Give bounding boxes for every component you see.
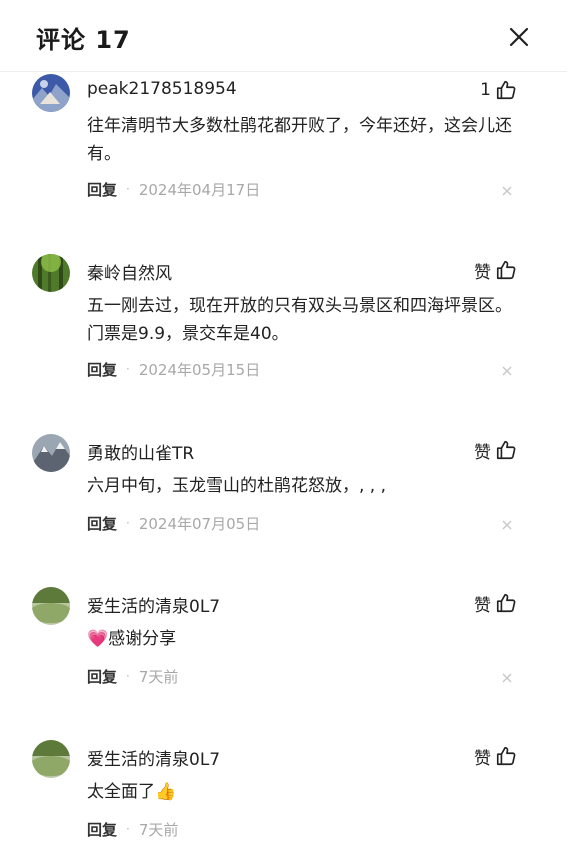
username[interactable]: 勇敢的山雀TR <box>87 439 194 464</box>
comment-text-body: 太全面了 <box>87 782 155 802</box>
comments-header: 评论 17 <box>0 0 567 72</box>
reply-button[interactable]: 回复 <box>87 359 117 380</box>
heart-emoji: 💗 <box>87 629 109 649</box>
thumbs-up-icon <box>496 440 516 460</box>
comment-meta: 回复 · 7天前 <box>87 664 178 688</box>
dismiss-icon[interactable] <box>500 184 514 198</box>
comment-date: 7天前 <box>138 667 179 686</box>
like-label: 赞 <box>474 595 491 616</box>
reply-button[interactable]: 回复 <box>87 666 117 687</box>
page-title: 评论 17 <box>36 26 131 54</box>
comment-text: 太全面了👍 <box>87 778 517 806</box>
like-button[interactable]: 赞 <box>474 589 517 617</box>
username[interactable]: 秦岭自然风 <box>87 259 172 284</box>
like-button[interactable]: 赞 <box>474 436 517 464</box>
comment-date: 2024年04月17日 <box>138 180 261 199</box>
comment-text: 往年清明节大多数杜鹃花都开败了，今年还好，这会儿还有。 <box>87 116 512 164</box>
like-button[interactable]: 赞 <box>474 742 517 770</box>
like-label: 赞 <box>474 442 491 463</box>
close-icon <box>509 27 529 47</box>
comment-meta: 回复 · 2024年05月15日 <box>87 357 260 381</box>
thumbs-up-icon <box>496 80 516 100</box>
separator-dot: · <box>126 182 130 196</box>
avatar[interactable] <box>32 254 70 292</box>
thumbs-up-emoji: 👍 <box>155 782 177 802</box>
comment-text-body: 感谢分享 <box>108 629 177 649</box>
reply-button[interactable]: 回复 <box>87 179 117 200</box>
like-label: 赞 <box>474 262 491 283</box>
username[interactable]: 爱生活的清泉0L7 <box>87 745 220 770</box>
reply-button[interactable]: 回复 <box>87 819 117 840</box>
comment-meta: 回复 · 7天前 <box>87 817 178 841</box>
like-button[interactable]: 1 <box>480 76 517 104</box>
avatar[interactable] <box>32 587 70 625</box>
close-button[interactable] <box>504 22 534 52</box>
like-label: 赞 <box>474 748 491 769</box>
separator-dot: · <box>126 362 130 376</box>
username[interactable]: 爱生活的清泉0L7 <box>87 592 220 617</box>
comment-meta: 回复 · 2024年04月17日 <box>87 177 260 201</box>
thumbs-up-icon <box>496 260 516 280</box>
avatar[interactable] <box>32 74 70 112</box>
avatar[interactable] <box>32 740 70 778</box>
separator-dot: · <box>126 516 130 530</box>
like-button[interactable]: 赞 <box>474 256 517 284</box>
thumbs-up-icon <box>496 593 516 613</box>
comment-date: 2024年07月05日 <box>138 514 261 533</box>
comment-text: 五一刚去过，现在开放的只有双头马景区和四海坪景区。门票是9.9，景交车是40。 <box>87 296 512 344</box>
separator-dot: · <box>126 669 130 683</box>
dismiss-icon[interactable] <box>500 518 514 532</box>
comment-date: 7天前 <box>138 820 179 839</box>
like-count: 1 <box>480 80 491 100</box>
username[interactable]: peak2178518954 <box>87 79 237 99</box>
comment-date: 2024年05月15日 <box>138 360 261 379</box>
separator-dot: · <box>126 822 130 836</box>
dismiss-icon[interactable] <box>500 364 514 378</box>
thumbs-up-icon <box>496 746 516 766</box>
comment-text: 六月中旬，玉龙雪山的杜鹃花怒放，, , , <box>87 476 387 496</box>
avatar[interactable] <box>32 434 70 472</box>
dismiss-icon[interactable] <box>500 671 514 685</box>
comment-text: 💗感谢分享 <box>87 625 517 653</box>
comment-meta: 回复 · 2024年07月05日 <box>87 511 260 535</box>
reply-button[interactable]: 回复 <box>87 513 117 534</box>
